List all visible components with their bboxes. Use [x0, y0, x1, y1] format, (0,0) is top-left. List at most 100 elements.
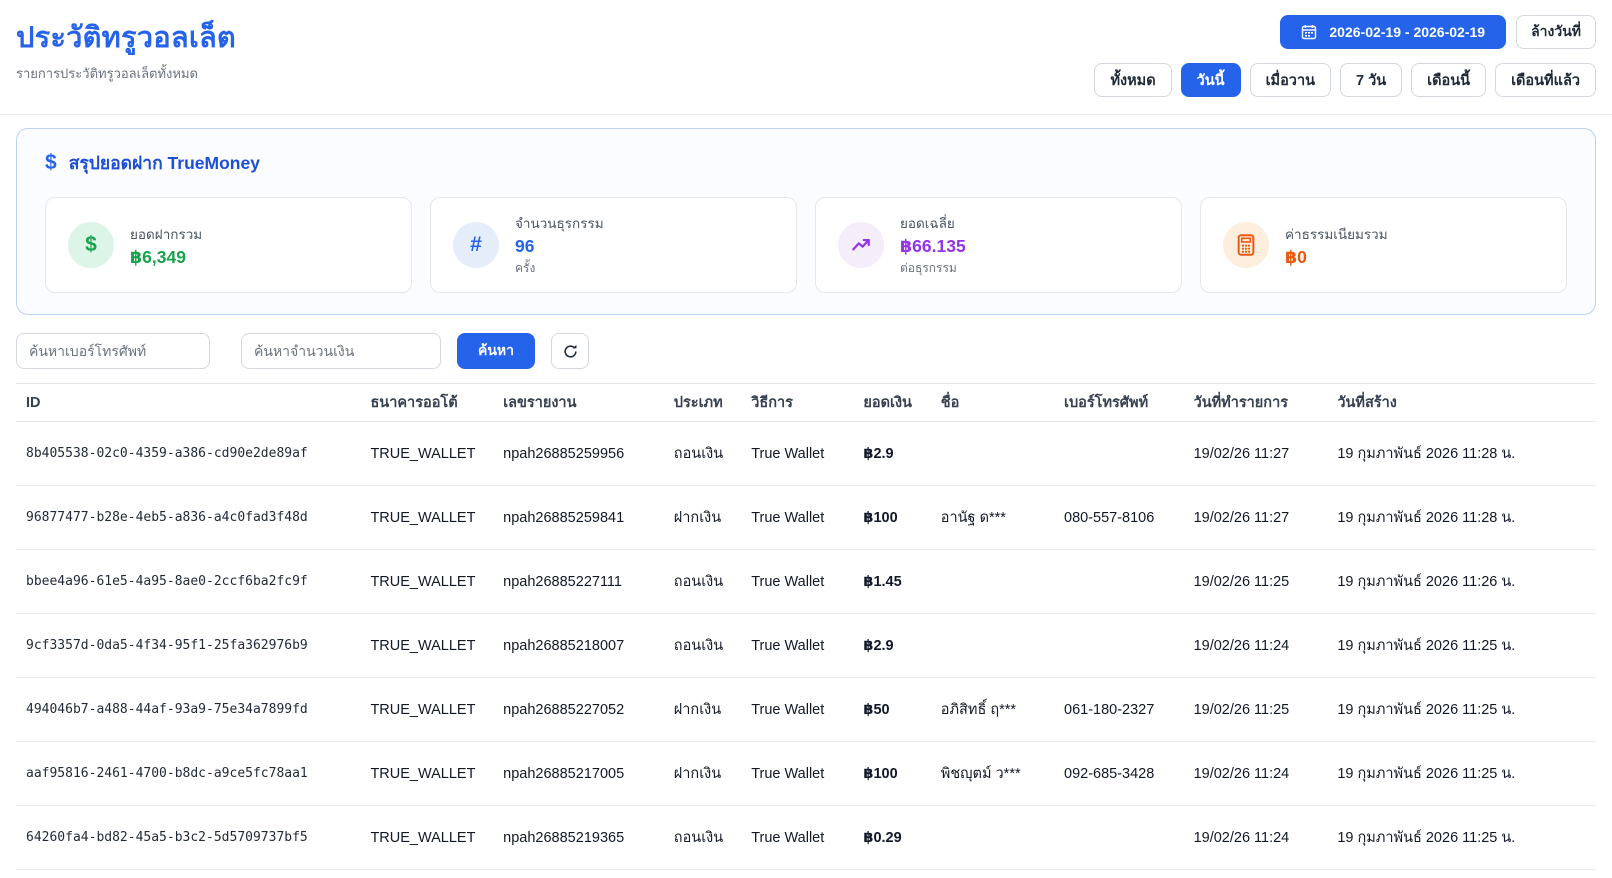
stat-sub: ครั้ง — [515, 259, 604, 278]
search-button[interactable]: ค้นหา — [457, 333, 535, 369]
stat-label: ค่าธรรมเนียมรวม — [1285, 223, 1388, 245]
cell-type: ฝากเงิน — [664, 486, 741, 550]
stat-content: ยอดเฉลี่ย฿66.135ต่อธุรกรรม — [900, 212, 966, 278]
cell-created-date: 19 กุมภาพันธ์ 2026 11:25 น. — [1327, 614, 1596, 678]
cell-report: npah26885259956 — [493, 422, 664, 486]
summary-title: สรุปยอดฝาก TrueMoney — [69, 149, 260, 177]
stat-value: ฿6,349 — [130, 247, 202, 268]
clear-date-button[interactable]: ล้างวันที่ — [1516, 15, 1596, 49]
stat-value: 96 — [515, 236, 604, 257]
table-row[interactable]: aaf95816-2461-4700-b8dc-a9ce5fc78aa1TRUE… — [16, 742, 1596, 806]
cell-phone — [1054, 614, 1184, 678]
cell-name — [931, 806, 1054, 870]
table-row[interactable]: 494046b7-a488-44af-93a9-75e34a7899fdTRUE… — [16, 678, 1596, 742]
dollar-icon: $ — [45, 151, 57, 175]
column-header-9: วันที่สร้าง — [1327, 384, 1596, 422]
cell-created-date: 19 กุมภาพันธ์ 2026 11:25 น. — [1327, 678, 1596, 742]
cell-tx-date: 19/02/26 11:27 — [1184, 486, 1328, 550]
cell-method: True Wallet — [741, 550, 853, 614]
cell-method: True Wallet — [741, 678, 853, 742]
cell-name: พิชญุตม์ ว*** — [931, 742, 1054, 806]
filter-button-3[interactable]: 7 วัน — [1340, 63, 1402, 97]
cell-type: ถอนเงิน — [664, 422, 741, 486]
cell-bank: TRUE_WALLET — [360, 678, 493, 742]
column-header-8: วันที่ทำรายการ — [1184, 384, 1328, 422]
cell-created-date: 19 กุมภาพันธ์ 2026 11:28 น. — [1327, 486, 1596, 550]
search-amount-input[interactable] — [241, 333, 441, 369]
cell-bank: TRUE_WALLET — [360, 550, 493, 614]
cell-type: ถอนเงิน — [664, 806, 741, 870]
table-row[interactable]: 9cf3357d-0da5-4f34-95f1-25fa362976b9TRUE… — [16, 614, 1596, 678]
cell-id: 9cf3357d-0da5-4f34-95f1-25fa362976b9 — [16, 614, 360, 678]
filter-button-0[interactable]: ทั้งหมด — [1094, 63, 1171, 97]
date-controls: 2026-02-19 - 2026-02-19 ล้างวันที่ — [1280, 15, 1596, 49]
refresh-button[interactable] — [551, 333, 589, 369]
search-phone-input[interactable] — [16, 333, 210, 369]
stat-value: ฿66.135 — [900, 236, 966, 257]
cell-name — [931, 550, 1054, 614]
column-header-7: เบอร์โทรศัพท์ — [1054, 384, 1184, 422]
cell-phone — [1054, 422, 1184, 486]
table-header-row: IDธนาคารออโต้เลขรายงานประเภทวิธีการยอดเง… — [16, 384, 1596, 422]
table-row[interactable]: 96877477-b28e-4eb5-a836-a4c0fad3f48dTRUE… — [16, 486, 1596, 550]
stat-label: จำนวนธุรกรรม — [515, 212, 604, 234]
cell-created-date: 19 กุมภาพันธ์ 2026 11:28 น. — [1327, 422, 1596, 486]
truewallet-history-page: ประวัติทรูวอลเล็ต รายการประวัติทรูวอลเล็… — [0, 0, 1612, 878]
cell-tx-date: 19/02/26 11:24 — [1184, 806, 1328, 870]
stat-card-1: # จำนวนธุรกรรม96 ครั้ง — [430, 197, 797, 293]
table-row[interactable]: bbee4a96-61e5-4a95-8ae0-2ccf6ba2fc9fTRUE… — [16, 550, 1596, 614]
cell-bank: TRUE_WALLET — [360, 806, 493, 870]
date-range-button[interactable]: 2026-02-19 - 2026-02-19 — [1280, 15, 1506, 49]
cell-method: True Wallet — [741, 614, 853, 678]
cell-bank: TRUE_WALLET — [360, 486, 493, 550]
cell-phone — [1054, 550, 1184, 614]
summary-header: $ สรุปยอดฝาก TrueMoney — [45, 149, 1567, 177]
cell-phone: 092-685-3428 — [1054, 742, 1184, 806]
column-header-1: ธนาคารออโต้ — [360, 384, 493, 422]
filter-button-1[interactable]: วันนี้ — [1181, 63, 1241, 97]
cell-created-date: 19 กุมภาพันธ์ 2026 11:26 น. — [1327, 550, 1596, 614]
refresh-icon — [562, 343, 579, 360]
cell-id: aaf95816-2461-4700-b8dc-a9ce5fc78aa1 — [16, 742, 360, 806]
cell-amount: ฿2.9 — [853, 422, 930, 486]
stat-label: ยอดเฉลี่ย — [900, 212, 966, 234]
cell-phone — [1054, 806, 1184, 870]
stats-grid: $ ยอดฝากรวม฿6,349 # จำนวนธุรกรรม96 ครั้ง ยอดเ… — [45, 197, 1567, 293]
stat-card-3: ค่าธรรมเนียมรวม฿0 — [1200, 197, 1567, 293]
cell-report: npah26885227052 — [493, 678, 664, 742]
filter-button-2[interactable]: เมื่อวาน — [1250, 63, 1331, 97]
table-row[interactable]: 64260fa4-bd82-45a5-b3c2-5d5709737bf5TRUE… — [16, 806, 1596, 870]
cell-amount: ฿2.9 — [853, 614, 930, 678]
search-bar: ค้นหา — [16, 333, 1596, 369]
hash-icon: # — [453, 222, 499, 268]
dollar-icon: $ — [68, 222, 114, 268]
cell-amount: ฿0.29 — [853, 806, 930, 870]
filter-button-5[interactable]: เดือนที่แล้ว — [1495, 63, 1596, 97]
cell-report: npah26885219365 — [493, 806, 664, 870]
page-header: ประวัติทรูวอลเล็ต รายการประวัติทรูวอลเล็… — [0, 0, 1612, 115]
stat-card-0: $ ยอดฝากรวม฿6,349 — [45, 197, 412, 293]
table-row[interactable]: 8b405538-02c0-4359-a386-cd90e2de89afTRUE… — [16, 422, 1596, 486]
cell-phone: 080-557-8106 — [1054, 486, 1184, 550]
trend-up-icon — [838, 222, 884, 268]
cell-type: ถอนเงิน — [664, 614, 741, 678]
column-header-3: ประเภท — [664, 384, 741, 422]
cell-name: อภิสิทธิ์ ฤ*** — [931, 678, 1054, 742]
cell-bank: TRUE_WALLET — [360, 422, 493, 486]
cell-name: อานัฐ ด*** — [931, 486, 1054, 550]
cell-amount: ฿100 — [853, 486, 930, 550]
column-header-6: ชื่อ — [931, 384, 1054, 422]
cell-id: 64260fa4-bd82-45a5-b3c2-5d5709737bf5 — [16, 806, 360, 870]
cell-name — [931, 422, 1054, 486]
date-filter-group: ทั้งหมด วันนี้ เมื่อวาน 7 วัน เดือนนี้ เดือนท… — [1094, 63, 1596, 97]
cell-created-date: 19 กุมภาพันธ์ 2026 11:25 น. — [1327, 806, 1596, 870]
cell-amount: ฿1.45 — [853, 550, 930, 614]
column-header-5: ยอดเงิน — [853, 384, 930, 422]
column-header-0: ID — [16, 384, 360, 422]
cell-report: npah26885227111 — [493, 550, 664, 614]
cell-type: ถอนเงิน — [664, 550, 741, 614]
cell-bank: TRUE_WALLET — [360, 742, 493, 806]
filter-button-4[interactable]: เดือนนี้ — [1411, 63, 1486, 97]
stat-content: ยอดฝากรวม฿6,349 — [130, 223, 202, 268]
cell-report: npah26885217005 — [493, 742, 664, 806]
